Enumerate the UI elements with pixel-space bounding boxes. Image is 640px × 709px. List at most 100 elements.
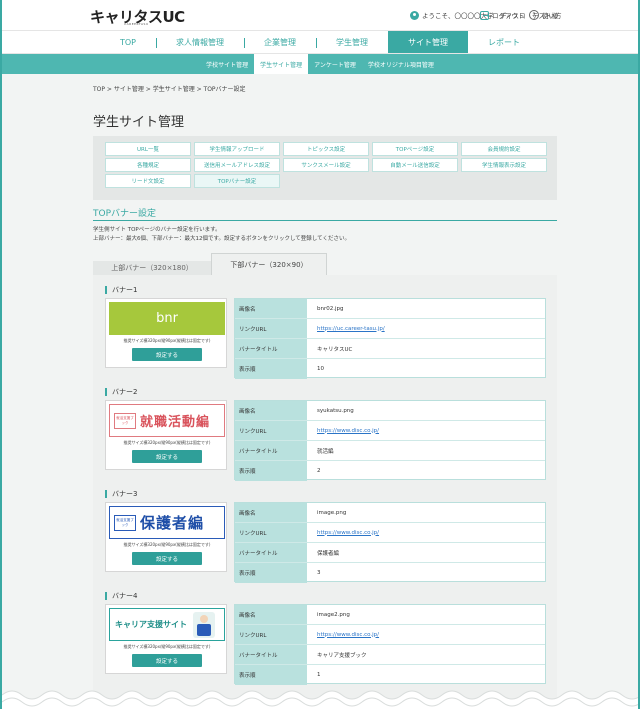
image-name-key: 画像名 <box>235 503 307 522</box>
member-terms-button[interactable]: 会員規約設定 <box>461 142 547 156</box>
nav-company[interactable]: 企業管理 <box>244 31 316 53</box>
image-name-value: syukatsu.png <box>317 407 354 414</box>
top-banner-button[interactable]: TOPバナー設定 <box>194 174 280 188</box>
student-display-button[interactable]: 学生情報表示設定 <box>461 158 547 172</box>
subnav-student-site[interactable]: 学生サイト管理 <box>254 54 309 74</box>
logo-subtext: CAREERTASU <box>124 22 149 26</box>
image-name-key: 画像名 <box>235 299 307 318</box>
student-upload-button[interactable]: 学生情報アップロード <box>194 142 280 156</box>
regulations-button[interactable]: 各種規定 <box>105 158 191 172</box>
banner-label: バナー2 <box>105 388 137 396</box>
tab-bottom-banner[interactable]: 下部バナー（320×90） <box>211 253 327 275</box>
subnav-school-site[interactable]: 学校サイト管理 <box>200 54 254 74</box>
link-url-key: リンクURL <box>235 319 307 338</box>
nav-student[interactable]: 学生管理 <box>316 31 388 53</box>
subnav-survey[interactable]: アンケート管理 <box>308 54 362 74</box>
section-description: 学生側サイト TOPページのバナー設定を行います。 上部バナー：最大6個、下部バ… <box>93 226 350 244</box>
banner-info-table: 画像名 image2.png リンクURL https://www.disc.co.… <box>234 604 546 685</box>
banner-tabs: 上部バナー（320×180） 下部バナー（320×90） <box>93 253 557 275</box>
display-order-key: 表示順 <box>235 461 307 481</box>
display-order-value: 10 <box>317 366 324 372</box>
display-order-value: 3 <box>317 570 321 576</box>
display-order-key: 表示順 <box>235 665 307 685</box>
link-url-key: リンクURL <box>235 421 307 440</box>
banner-card: 就活支援ブック 保護者編 推奨サイズ横320px/縦90px(縦横比は固定です)… <box>105 502 227 572</box>
link-url-value[interactable]: https://www.disc.co.jp/ <box>307 523 545 542</box>
banner-thumbnail: bnr <box>109 302 225 335</box>
banner-panel: バナー1 bnr 推奨サイズ横320px/縦90px(縦横比は固定です) 設定す… <box>93 275 557 709</box>
set-banner-button[interactable]: 設定する <box>132 450 202 463</box>
logout-link[interactable]: ログアウト <box>480 10 525 20</box>
thanks-mail-button[interactable]: サンクスメール設定 <box>283 158 369 172</box>
set-banner-button[interactable]: 設定する <box>132 552 202 565</box>
display-order-value: 1 <box>317 672 321 678</box>
thumbnail-badge: 就活支援ブック <box>114 514 136 531</box>
banner-title-key: バナータイトル <box>235 339 307 358</box>
tab-top-banner[interactable]: 上部バナー（320×180） <box>93 261 211 275</box>
banner-thumbnail: 就活支援ブック 保護者編 <box>109 506 225 539</box>
display-order-key: 表示順 <box>235 563 307 583</box>
subnav-original-items[interactable]: 学校オリジナル項目管理 <box>362 54 440 74</box>
help-label: 使い方 <box>542 12 562 20</box>
size-note: 推奨サイズ横320px/縦90px(縦横比は固定です) <box>123 338 211 343</box>
link-url-value[interactable]: https://www.disc.co.jp/ <box>307 421 545 440</box>
banner-title-value: キャリア支援ブック <box>317 652 367 659</box>
user-icon <box>409 10 419 20</box>
set-banner-button[interactable]: 設定する <box>132 654 202 667</box>
torn-edge-decoration <box>2 690 638 709</box>
nav-job-info[interactable]: 求人情報管理 <box>156 31 244 53</box>
link-url-value[interactable]: https://www.disc.co.jp/ <box>307 625 545 644</box>
size-note: 推奨サイズ横320px/縦90px(縦横比は固定です) <box>123 440 211 445</box>
nav-site[interactable]: サイト管理 <box>388 31 468 53</box>
topics-settings-button[interactable]: トピックス設定 <box>283 142 369 156</box>
auto-mail-button[interactable]: 自動メール送信設定 <box>372 158 458 172</box>
banner-label: バナー1 <box>105 286 137 294</box>
image-name-value: image2.png <box>317 611 350 618</box>
thumbnail-text: bnr <box>156 311 178 326</box>
size-note: 推奨サイズ横320px/縦90px(縦横比は固定です) <box>123 644 211 649</box>
image-name-value: bnr02.jpg <box>317 305 344 312</box>
image-name-key: 画像名 <box>235 605 307 624</box>
top-page-settings-button[interactable]: TOPページ設定 <box>372 142 458 156</box>
banner-title-key: バナータイトル <box>235 645 307 664</box>
person-illustration-icon <box>193 611 215 638</box>
set-banner-button[interactable]: 設定する <box>132 348 202 361</box>
nav-report[interactable]: レポート <box>468 31 540 53</box>
section-divider <box>93 220 557 221</box>
description-line-1: 学生側サイト TOPページのバナー設定を行います。 <box>93 227 221 233</box>
banner-title-value: 保護者編 <box>317 550 340 557</box>
banner-card: bnr 推奨サイズ横320px/縦90px(縦横比は固定です) 設定する <box>105 298 227 368</box>
thumbnail-text: キャリア支援サイト <box>115 620 187 629</box>
banner-title-value: キャリタスUC <box>317 346 353 353</box>
banner-info-table: 画像名 syukatsu.png リンクURL https://www.disc.c… <box>234 400 546 481</box>
breadcrumb: TOP > サイト管理 > 学生サイト管理 > TOPバナー設定 <box>93 86 246 93</box>
link-url-value[interactable]: https://uc.career-tasu.jp/ <box>307 319 545 338</box>
sub-nav: 学校サイト管理 学生サイト管理 アンケート管理 学校オリジナル項目管理 <box>2 54 638 74</box>
image-name-key: 画像名 <box>235 401 307 420</box>
size-note: 推奨サイズ横320px/縦90px(縦横比は固定です) <box>123 542 211 547</box>
banner-card: 就活支援ブック 就職活動編 推奨サイズ横320px/縦90px(縦横比は固定です… <box>105 400 227 470</box>
banner-title-key: バナータイトル <box>235 441 307 460</box>
link-url-key: リンクURL <box>235 625 307 644</box>
header: キャリタスUC CAREERTASU ようこそ、〇〇〇〇大学 ディスコ テスト様… <box>2 0 638 30</box>
thumbnail-badge: 就活支援ブック <box>114 412 136 429</box>
display-order-key: 表示順 <box>235 359 307 379</box>
help-link[interactable]: ? 使い方 <box>529 10 562 20</box>
lead-text-button[interactable]: リード文設定 <box>105 174 191 188</box>
logout-icon <box>480 10 489 20</box>
main-nav: TOP 求人情報管理 企業管理 学生管理 サイト管理 レポート <box>2 30 638 54</box>
logo[interactable]: キャリタスUC CAREERTASU <box>90 6 185 27</box>
banner-info-table: 画像名 bnr02.jpg リンクURL https://uc.career-tas… <box>234 298 546 379</box>
sender-email-button[interactable]: 送信用メールアドレス設定 <box>194 158 280 172</box>
nav-top[interactable]: TOP <box>100 31 156 53</box>
description-line-2: 上部バナー：最大6個、下部バナー：最大12個です。設定するボタンをクリックして登… <box>93 236 350 242</box>
image-name-value: image.png <box>317 509 347 516</box>
question-icon: ? <box>529 10 539 20</box>
display-order-value: 2 <box>317 468 321 474</box>
thumbnail-text: 就職活動編 <box>140 415 211 430</box>
thumbnail-text: 保護者編 <box>140 514 205 532</box>
banner-card: キャリア支援サイト 推奨サイズ横320px/縦90px(縦横比は固定です) 設定… <box>105 604 227 674</box>
url-list-button[interactable]: URL一覧 <box>105 142 191 156</box>
page-title: 学生サイト管理 <box>93 115 185 130</box>
section-title: TOPバナー設定 <box>93 209 157 219</box>
